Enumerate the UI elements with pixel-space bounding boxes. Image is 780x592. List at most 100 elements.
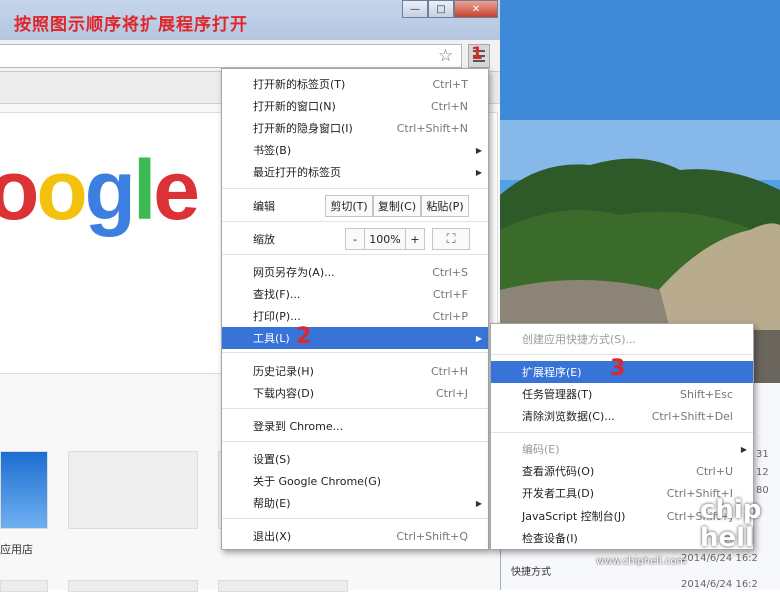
menu-separator [222,441,488,442]
menu-item-exit[interactable]: 退出(X) Ctrl+Shift+Q [222,525,488,547]
most-visited-thumbnail[interactable] [68,451,198,529]
google-logo-letter: g [84,143,136,237]
menu-item-label: 设置(S) [253,453,291,466]
menu-item-label: 下载内容(D) [253,387,315,400]
menu-separator [222,254,488,255]
window-controls: — □ ✕ [402,0,498,18]
google-logo-letter: e [153,143,200,237]
menu-item-label: 历史记录(H) [253,365,314,378]
menu-item-label: 打开新的标签页(T) [253,78,346,91]
menu-item-label: JavaScript 控制台(J) [522,510,626,523]
menu-item-new-window[interactable]: 打开新的窗口(N) Ctrl+N [222,95,488,117]
menu-item-recent-tabs[interactable]: 最近打开的标签页 ▶ [222,161,488,183]
menu-shortcut: Ctrl+Shift+Q [396,529,468,543]
explorer-shortcut-label[interactable]: 快捷方式 [511,563,551,578]
menu-shortcut: Ctrl+H [430,364,468,378]
menu-item-label: 工具(L) [253,332,290,345]
title-bar[interactable]: 按照图示顺序将扩展程序打开 — □ ✕ [0,0,500,40]
menu-item-history[interactable]: 历史记录(H) Ctrl+H [222,360,488,382]
cut-button[interactable]: 剪切(T) [325,195,373,217]
menu-item-find[interactable]: 查找(F)... Ctrl+F [222,283,488,305]
watermark-url: www.chiphell.com [596,556,687,567]
menu-item-bookmarks[interactable]: 书签(B) ▶ [222,139,488,161]
most-visited-thumbnail[interactable] [218,580,348,592]
explorer-number-2: 12 [756,467,769,478]
menu-shortcut: Ctrl+S [432,265,468,279]
submenu-arrow-icon: ▶ [475,498,482,508]
maximize-button[interactable]: □ [428,0,454,18]
menu-separator [491,354,753,355]
menu-item-label: 网页另存为(A)... [253,266,335,279]
menu-shortcut: Ctrl+U [696,464,733,478]
submenu-item-create-shortcut[interactable]: 创建应用快捷方式(S)... [491,328,753,350]
explorer-date-2: 2014/6/24 16:2 [681,579,758,590]
zoom-level: 100% [365,228,405,250]
menu-item-settings[interactable]: 设置(S) [222,448,488,470]
google-logo-letter: o [0,143,39,237]
submenu-arrow-icon: ▶ [740,444,747,454]
menu-item-print[interactable]: 打印(P)... Ctrl+P [222,305,488,327]
menu-item-tools[interactable]: 工具(L) ▶ [222,327,488,349]
menu-separator [222,221,488,222]
menu-shortcut: Ctrl+J [435,386,468,400]
menu-item-label: 清除浏览数据(C)... [522,410,615,423]
most-visited-thumbnail[interactable] [68,580,198,592]
menu-separator [222,188,488,189]
submenu-arrow-icon: ▶ [475,167,482,177]
menu-item-label: 查看源代码(O) [522,465,595,478]
bookmark-star-icon[interactable]: ☆ [438,48,453,65]
google-logo-letter: l [132,143,156,237]
menu-separator [491,432,753,433]
menu-item-label: 开发者工具(D) [522,487,595,500]
copy-button[interactable]: 复制(C) [373,195,421,217]
submenu-item-encoding[interactable]: 编码(E) ▶ [491,438,753,460]
menu-shortcut: Ctrl+N [430,99,468,113]
submenu-item-view-source[interactable]: 查看源代码(O) Ctrl+U [491,460,753,482]
menu-shortcut: Shift+Esc [680,387,733,401]
chiphell-logo: chip hell [700,496,770,566]
menu-item-downloads[interactable]: 下载内容(D) Ctrl+J [222,382,488,404]
menu-shortcut: Ctrl+T [432,77,468,91]
chiphell-logo-text: chip hell [700,495,762,553]
menu-item-label: 书签(B) [253,144,292,157]
menu-item-label: 登录到 Chrome... [253,420,344,433]
apps-store-thumbnail[interactable] [0,451,48,529]
close-button[interactable]: ✕ [454,0,498,18]
menu-item-label: 任务管理器(T) [522,388,593,401]
fullscreen-icon[interactable]: ⛶ [432,228,470,250]
menu-item-save-as[interactable]: 网页另存为(A)... Ctrl+S [222,261,488,283]
menu-shortcut: Ctrl+Shift+N [396,121,468,135]
menu-shortcut: Ctrl+F [432,287,468,301]
most-visited-thumbnail[interactable] [0,580,48,592]
submenu-item-clear-data[interactable]: 清除浏览数据(C)... Ctrl+Shift+Del [491,405,753,427]
step-2-marker: 2 [296,324,312,349]
menu-separator [222,518,488,519]
menu-item-label: 打印(P)... [253,310,301,323]
menu-item-new-tab[interactable]: 打开新的标签页(T) Ctrl+T [222,73,488,95]
minimize-button[interactable]: — [402,0,428,18]
menu-item-label: 打开新的隐身窗口(I) [253,122,353,135]
menu-item-label: 创建应用快捷方式(S)... [522,333,637,346]
step-3-marker: 3 [610,356,626,381]
menu-item-label: 打开新的窗口(N) [253,100,336,113]
apps-store-label[interactable]: 应用店 [0,541,33,557]
menu-item-label: 编辑 [253,200,275,213]
submenu-arrow-icon: ▶ [475,145,482,155]
menu-separator [222,352,488,353]
menu-item-label: 帮助(E) [253,497,291,510]
google-logo: oogle [0,143,200,237]
submenu-arrow-icon: ▶ [475,333,482,343]
submenu-item-task-manager[interactable]: 任务管理器(T) Shift+Esc [491,383,753,405]
menu-item-incognito[interactable]: 打开新的隐身窗口(I) Ctrl+Shift+N [222,117,488,139]
paste-button[interactable]: 粘贴(P) [421,195,469,217]
menu-item-sign-in[interactable]: 登录到 Chrome... [222,415,488,437]
zoom-out-button[interactable]: - [345,228,365,250]
menu-item-label: 查找(F)... [253,288,301,301]
address-bar[interactable]: ☆ [0,44,462,68]
menu-item-label: 检查设备(I) [522,532,578,545]
menu-item-label: 退出(X) [253,530,292,543]
zoom-in-button[interactable]: + [405,228,425,250]
menu-item-about[interactable]: 关于 Google Chrome(G) [222,470,488,492]
menu-item-help[interactable]: 帮助(E) ▶ [222,492,488,514]
explorer-number-1: 31 [756,449,769,460]
